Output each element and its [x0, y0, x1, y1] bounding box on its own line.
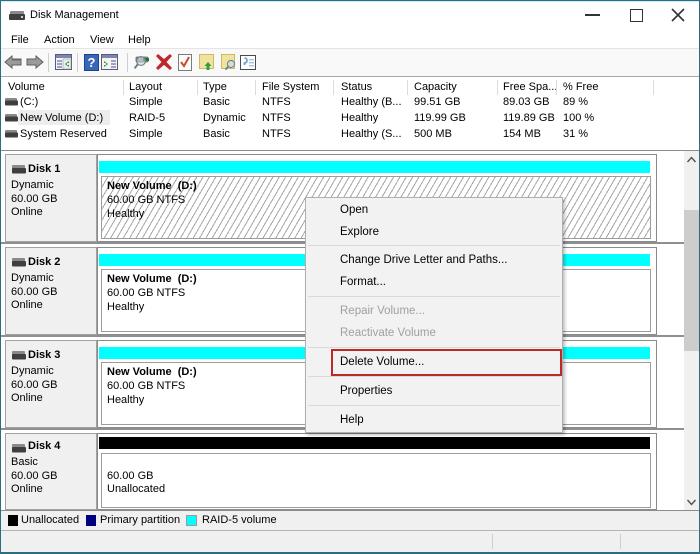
- svg-text:?: ?: [88, 55, 96, 70]
